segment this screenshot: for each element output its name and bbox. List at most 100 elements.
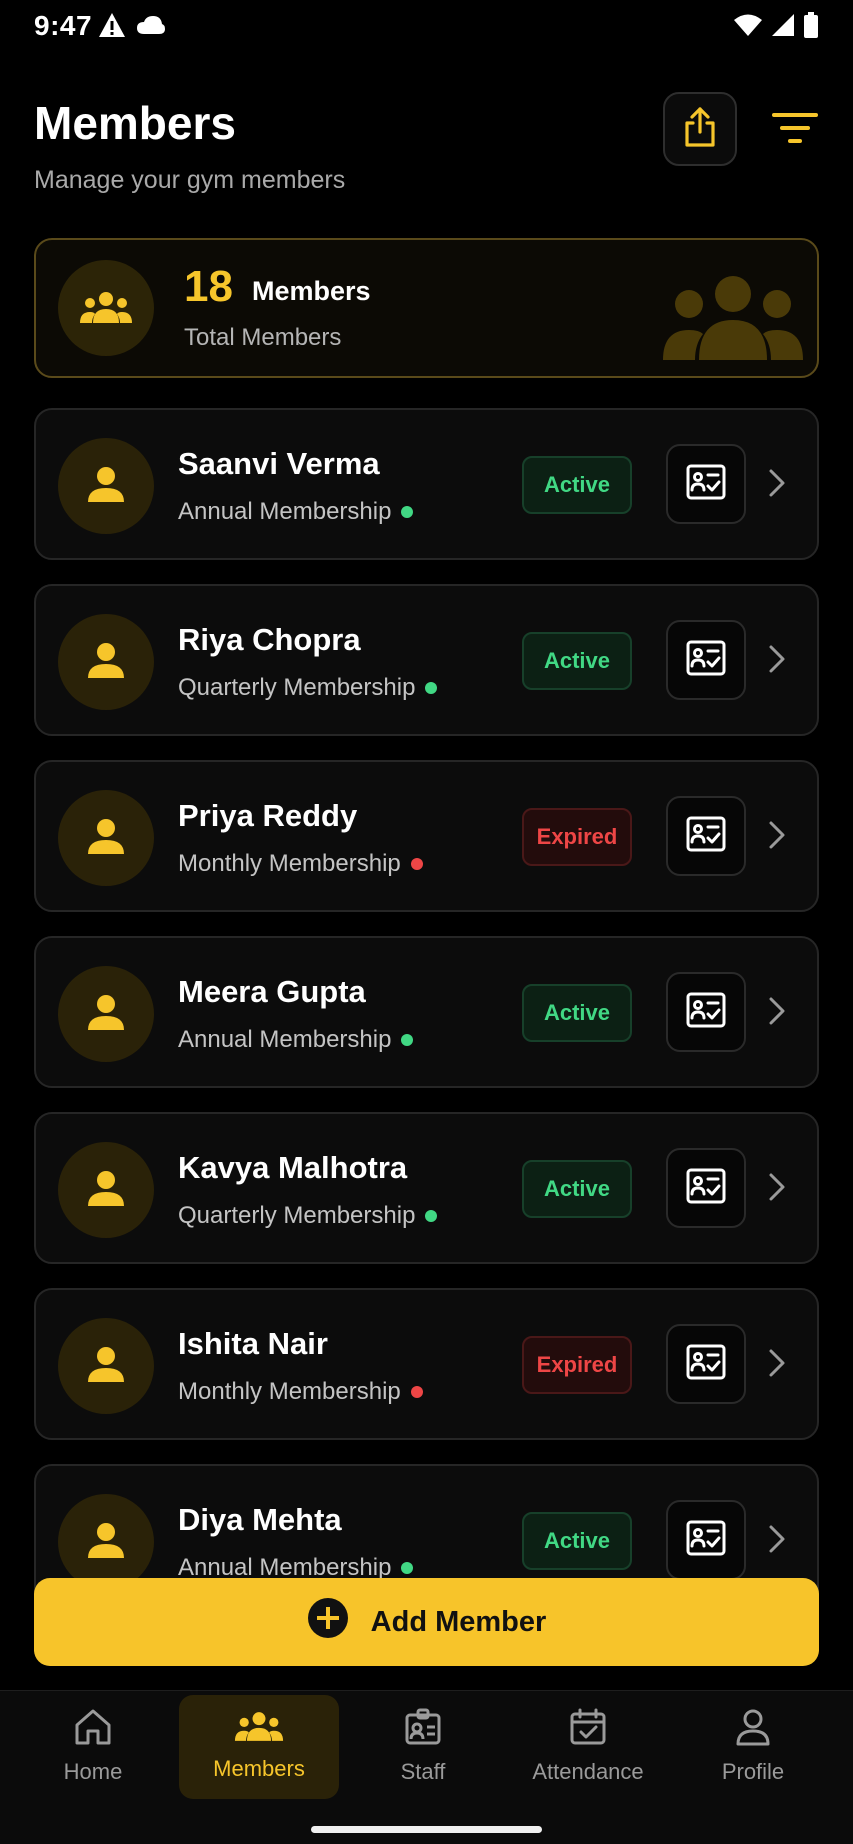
id-card-check-icon bbox=[686, 1344, 726, 1385]
avatar bbox=[58, 1494, 154, 1590]
member-card[interactable]: Saanvi Verma Annual Membership Active bbox=[34, 408, 819, 560]
status-badge: Expired bbox=[522, 808, 632, 866]
member-plan: Monthly Membership bbox=[178, 1378, 423, 1406]
wifi-icon bbox=[733, 13, 763, 42]
total-members-card: 18 Members Total Members bbox=[34, 238, 819, 378]
total-members-unit: Members bbox=[252, 276, 371, 306]
battery-icon bbox=[803, 12, 819, 43]
id-card-check-icon bbox=[686, 816, 726, 857]
page-subtitle: Manage your gym members bbox=[34, 166, 346, 194]
member-name: Ishita Nair bbox=[178, 1326, 328, 1361]
member-plan: Annual Membership bbox=[178, 1026, 414, 1054]
nav-attendance[interactable]: Attendance bbox=[508, 1691, 668, 1801]
status-dot bbox=[401, 506, 414, 518]
id-card-check-icon bbox=[686, 464, 726, 505]
person-icon bbox=[86, 640, 126, 685]
chevron-right-icon[interactable] bbox=[768, 468, 786, 503]
share-button[interactable] bbox=[663, 92, 737, 166]
chevron-right-icon[interactable] bbox=[768, 1172, 786, 1207]
avatar bbox=[58, 790, 154, 886]
avatar bbox=[58, 614, 154, 710]
id-card-check-icon bbox=[686, 1520, 726, 1561]
member-plan-label: Annual Membership bbox=[178, 498, 392, 525]
member-details-button[interactable] bbox=[666, 972, 746, 1052]
chevron-right-icon[interactable] bbox=[768, 820, 786, 855]
warning-icon bbox=[98, 12, 126, 43]
status-dot bbox=[401, 1034, 414, 1046]
nav-members-label: Members bbox=[213, 1756, 305, 1781]
nav-home-label: Home bbox=[63, 1759, 123, 1784]
status-badge: Active bbox=[522, 632, 632, 690]
chevron-right-icon[interactable] bbox=[768, 1524, 786, 1559]
signal-icon bbox=[771, 13, 795, 42]
page-title: Members bbox=[34, 97, 236, 149]
member-plan-label: Monthly Membership bbox=[178, 1378, 401, 1405]
avatar bbox=[58, 966, 154, 1062]
member-plan-label: Monthly Membership bbox=[178, 850, 401, 877]
person-icon bbox=[86, 1168, 126, 1213]
member-card[interactable]: Kavya Malhotra Quarterly Membership Active bbox=[34, 1112, 819, 1264]
status-badge: Expired bbox=[522, 1336, 632, 1394]
member-card[interactable]: Riya Chopra Quarterly Membership Active bbox=[34, 584, 819, 736]
status-dot bbox=[425, 1210, 438, 1222]
id-card-check-icon bbox=[686, 1168, 726, 1209]
avatar bbox=[58, 1318, 154, 1414]
member-name: Riya Chopra bbox=[178, 622, 361, 657]
nav-profile-label: Profile bbox=[721, 1759, 785, 1784]
avatar bbox=[58, 1142, 154, 1238]
total-members-count: 18 bbox=[184, 262, 233, 311]
person-icon bbox=[86, 464, 126, 509]
total-members-label: Total Members bbox=[184, 324, 342, 351]
id-card-check-icon bbox=[686, 640, 726, 681]
member-name: Meera Gupta bbox=[178, 974, 366, 1009]
member-card[interactable]: Meera Gupta Annual Membership Active bbox=[34, 936, 819, 1088]
member-card[interactable]: Priya Reddy Monthly Membership Expired bbox=[34, 760, 819, 912]
chevron-right-icon[interactable] bbox=[768, 996, 786, 1031]
member-plan-label: Annual Membership bbox=[178, 1026, 392, 1053]
staff-icon bbox=[403, 1707, 443, 1753]
member-plan: Quarterly Membership bbox=[178, 1202, 438, 1230]
chevron-right-icon[interactable] bbox=[768, 1348, 786, 1383]
id-card-check-icon bbox=[686, 992, 726, 1033]
nav-attendance-label: Attendance bbox=[532, 1759, 644, 1784]
cloud-icon bbox=[136, 14, 166, 41]
nav-home[interactable]: Home bbox=[13, 1691, 173, 1801]
chevron-right-icon[interactable] bbox=[768, 644, 786, 679]
filter-icon bbox=[772, 111, 818, 150]
member-plan: Quarterly Membership bbox=[178, 674, 438, 702]
member-details-button[interactable] bbox=[666, 444, 746, 524]
member-name: Diya Mehta bbox=[178, 1502, 342, 1537]
member-name: Kavya Malhotra bbox=[178, 1150, 408, 1185]
nav-staff-label: Staff bbox=[400, 1759, 446, 1784]
status-badge: Active bbox=[522, 456, 632, 514]
add-member-button[interactable]: Add Member bbox=[34, 1578, 819, 1666]
member-name: Saanvi Verma bbox=[178, 446, 380, 481]
home-icon bbox=[73, 1707, 113, 1753]
attendance-icon bbox=[568, 1707, 608, 1753]
status-dot bbox=[425, 682, 438, 694]
person-icon bbox=[86, 1344, 126, 1389]
status-dot bbox=[410, 858, 423, 870]
nav-members[interactable]: Members bbox=[179, 1691, 339, 1801]
share-icon bbox=[682, 106, 718, 153]
nav-staff[interactable]: Staff bbox=[343, 1691, 503, 1801]
status-badge: Active bbox=[522, 1512, 632, 1570]
member-plan-label: Quarterly Membership bbox=[178, 1202, 416, 1229]
bottom-navigation: Home Members Staff Attendance Profile bbox=[0, 1690, 853, 1844]
status-badge: Active bbox=[522, 984, 632, 1042]
member-details-button[interactable] bbox=[666, 1324, 746, 1404]
nav-profile[interactable]: Profile bbox=[673, 1691, 833, 1801]
member-details-button[interactable] bbox=[666, 1500, 746, 1580]
member-details-button[interactable] bbox=[666, 796, 746, 876]
members-group-decorative-icon bbox=[663, 276, 803, 365]
member-plan: Monthly Membership bbox=[178, 850, 423, 878]
member-card[interactable]: Ishita Nair Monthly Membership Expired bbox=[34, 1288, 819, 1440]
status-bar: 9:47 bbox=[0, 0, 853, 56]
plus-circle-icon bbox=[307, 1597, 349, 1647]
person-icon bbox=[86, 1520, 126, 1565]
person-icon bbox=[86, 816, 126, 861]
filter-button[interactable] bbox=[770, 108, 820, 152]
member-details-button[interactable] bbox=[666, 620, 746, 700]
add-member-label: Add Member bbox=[370, 1605, 547, 1638]
member-details-button[interactable] bbox=[666, 1148, 746, 1228]
